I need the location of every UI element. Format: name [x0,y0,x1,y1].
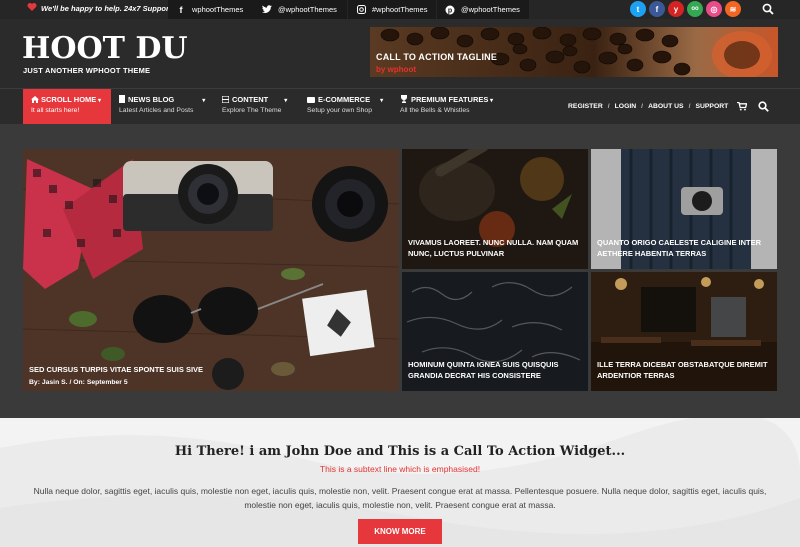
post-title[interactable]: ILLE TERRA DICEBAT OBSTABATQUE DIREMIT A… [597,359,771,381]
camera-flatlay-image [23,149,399,391]
nav-secondary-links: REGISTER / LOGIN / ABOUT US / SUPPORT [568,101,770,112]
chevron-down-icon: ▾ [488,98,494,104]
yelp-icon[interactable]: y [668,1,684,17]
chevron-down-icon: ▾ [96,98,101,104]
site-tagline: JUST ANOTHER WPHOOT THEME [23,66,151,75]
nav-sublabel: All the Bells & Whistles [400,107,470,114]
know-more-button[interactable]: KNOW MORE [358,519,442,544]
pinterest-label: @wphootThemes [461,5,520,14]
twitter-icon [262,5,272,15]
post-title[interactable]: HOMINUM QUINTA IGNEA SUIS QUISQUIS GRAND… [408,359,582,381]
top-bar: We'll be happy to help. 24x7 Support! f … [0,0,800,19]
twitter-label: @wphootThemes [278,5,337,14]
instagram-link[interactable]: #wphootThemes [348,0,436,19]
social-icons: t f y oo ◎ ≋ [630,1,741,17]
heart-icon [27,3,37,11]
pinterest-icon: p [445,5,455,15]
by-label: By: [29,379,40,386]
nav-label: SCROLL HOME [41,95,97,104]
featured-post-tile[interactable]: QUANTO ORIGO CAELESTE CALIGINE INTER AET… [591,149,777,269]
instagram-label: #wphootThemes [372,5,428,14]
nav-label: E-COMMERCE [318,95,371,104]
post-author[interactable]: Jasin S. [42,379,68,386]
search-icon[interactable] [762,3,774,15]
document-icon [119,95,125,103]
nav-label: PREMIUM FEATURES [411,95,489,104]
main-navigation: SCROLL HOME ▾ It all starts here! NEWS B… [0,88,800,124]
featured-posts-grid: SED CURSUS TURPIS VITAE SPONTE SUIS SIVE… [0,124,800,414]
post-title[interactable]: QUANTO ORIGO CAELESTE CALIGINE INTER AET… [597,237,771,259]
featured-post-tile[interactable]: HOMINUM QUINTA IGNEA SUIS QUISQUIS GRAND… [402,272,588,391]
instagram-icon [356,5,366,15]
support-link[interactable]: SUPPORT [695,103,728,110]
trophy-icon [400,95,408,103]
on-label: On: [73,379,85,386]
cta-subtext: This is a subtext line which is emphasis… [319,464,481,474]
nav-item-e-commerce[interactable]: E-COMMERCE ▾ Setup your own Shop [307,89,389,124]
separator: / [607,103,610,110]
twitter-icon[interactable]: t [630,1,646,17]
separator: / [688,103,691,110]
dribbble-icon[interactable]: ◎ [706,1,722,17]
separator: / [641,103,644,110]
cta-paragraph: Nulla neque dolor, sagittis eget, iaculi… [33,486,767,510]
cta-title: Hi There! i am John Doe and This is a Ca… [174,444,626,459]
pinterest-link[interactable]: p @wphootThemes [437,0,529,19]
facebook-label: wphootThemes [192,5,244,14]
site-header: HOOT DU JUST ANOTHER WPHOOT THEME CALL T… [0,19,800,88]
featured-post-tile[interactable]: VIVAMUS LAOREET. NUNC NULLA. NAM QUAM NU… [402,149,588,269]
content-icon [221,95,230,104]
banner-byline: by wphoot [376,65,416,74]
tripadvisor-icon[interactable]: oo [687,1,703,17]
post-title[interactable]: VIVAMUS LAOREET. NUNC NULLA. NAM QUAM NU… [408,237,582,259]
nav-sublabel: Setup your own Shop [307,107,372,114]
search-icon[interactable] [758,101,770,112]
featured-post-main[interactable]: SED CURSUS TURPIS VITAE SPONTE SUIS SIVE… [23,149,399,391]
chevron-down-icon: ▾ [380,98,384,104]
post-meta: By: Jasin S. / On: September 5 [29,379,128,386]
site-title[interactable]: HOOT DU [22,33,188,65]
post-date: September 5 [86,379,128,386]
call-to-action-section: Hi There! i am John Doe and This is a Ca… [0,418,800,547]
login-link[interactable]: LOGIN [615,103,637,110]
featured-post-tile[interactable]: ILLE TERRA DICEBAT OBSTABATQUE DIREMIT A… [591,272,777,391]
post-title[interactable]: SED CURSUS TURPIS VITAE SPONTE SUIS SIVE [29,364,393,375]
shop-icon [307,97,315,103]
header-banner[interactable]: CALL TO ACTION TAGLINE by wphoot [370,27,778,77]
nav-item-news-blog[interactable]: NEWS BLOG ▾ Latest Articles and Posts [119,89,211,124]
rss-icon[interactable]: ≋ [725,1,741,17]
chevron-down-icon: ▾ [202,98,206,104]
twitter-link[interactable]: @wphootThemes [254,0,347,19]
nav-label: NEWS BLOG [128,95,175,104]
nav-item-content[interactable]: CONTENT ▾ Explore The Theme [221,89,294,124]
nav-sublabel: It all starts here! [31,107,80,114]
cart-icon[interactable] [737,102,748,111]
facebook-icon: f [179,4,183,15]
nav-sublabel: Explore The Theme [222,107,282,114]
chevron-down-icon: ▾ [284,98,288,104]
nav-label: CONTENT [232,95,269,104]
banner-tagline: CALL TO ACTION TAGLINE [376,52,498,62]
nav-item-premium-features[interactable]: PREMIUM FEATURES ▾ All the Bells & Whist… [400,89,500,124]
nav-sublabel: Latest Articles and Posts [119,107,194,114]
support-text: We'll be happy to help. 24x7 Support! [41,4,174,13]
facebook-icon[interactable]: f [649,1,665,17]
nav-item-scroll-home[interactable]: SCROLL HOME ▾ It all starts here! [23,89,111,124]
register-link[interactable]: REGISTER [568,103,603,110]
home-icon [31,96,39,103]
about-us-link[interactable]: ABOUT US [648,103,684,110]
facebook-link[interactable]: f wphootThemes [168,0,255,19]
svg-text:p: p [448,7,452,14]
